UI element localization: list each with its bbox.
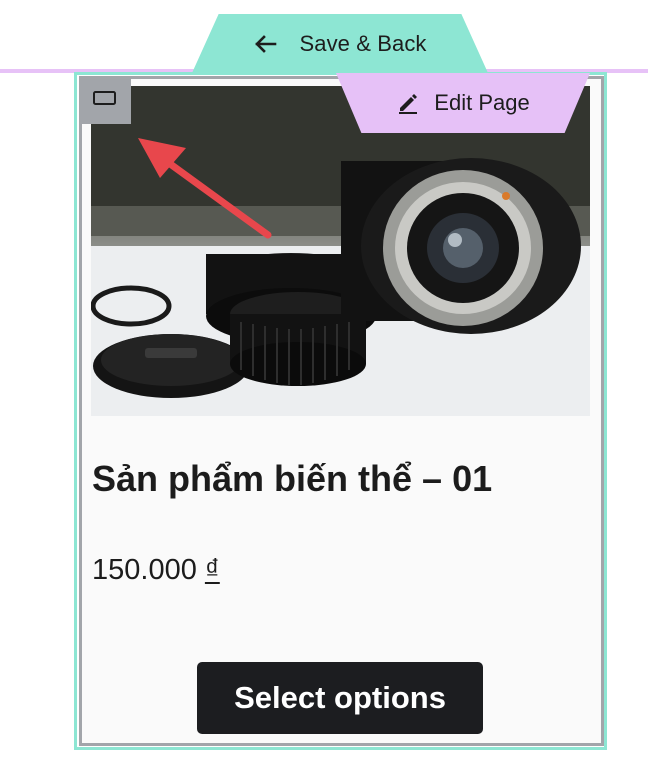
product-price: 150.000 ₫ (92, 550, 220, 590)
block-select-toggle[interactable] (79, 76, 131, 124)
save-back-button[interactable]: Save & Back (192, 14, 488, 73)
editor-canvas: Save & Back Edit Page Sản phẩm biến thể … (0, 0, 648, 780)
product-title[interactable]: Sản phẩm biến thể – 01 (92, 455, 592, 503)
select-options-button[interactable]: Select options (197, 662, 483, 734)
pencil-icon (396, 91, 420, 115)
save-back-label: Save & Back (299, 30, 427, 56)
edit-page-label: Edit Page (434, 90, 530, 115)
edit-page-button[interactable]: Edit Page (336, 73, 590, 133)
red-arrow-annotation-icon (138, 138, 272, 239)
arrow-left-icon (253, 34, 277, 54)
rectangle-icon (92, 89, 118, 112)
price-currency: ₫ (204, 554, 220, 586)
price-amount: 150.000 (92, 554, 197, 586)
